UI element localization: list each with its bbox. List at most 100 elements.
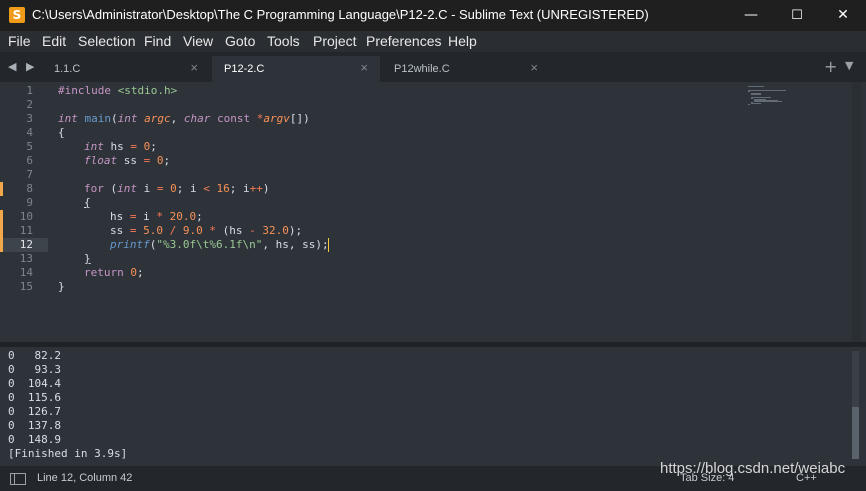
line-number: 10 <box>19 210 33 223</box>
tab-1-1-c[interactable]: 1.1.C × <box>42 56 210 82</box>
token: ; <box>196 210 203 223</box>
code-line-10: hs = i * 20.0; <box>110 210 203 224</box>
token: <stdio.h> <box>117 84 178 97</box>
token: int <box>117 112 138 125</box>
tab-nav-arrows-icon[interactable]: ◀ ▶ <box>8 60 37 73</box>
tab-label: 1.1.C <box>54 63 81 75</box>
tab-label: P12while.C <box>394 63 450 75</box>
token: 0 <box>170 182 177 195</box>
line-number: 13 <box>19 252 33 265</box>
output-line: 0 104.4 <box>8 377 61 390</box>
code-editor[interactable]: 1 2 3 4 5 6 7 8 9 10 11 12 13 14 15 #inc… <box>0 82 866 342</box>
token: hs <box>110 210 130 223</box>
menu-project[interactable]: Project <box>313 33 357 49</box>
tab-label: P12-2.C <box>224 63 265 75</box>
build-output-panel[interactable]: 0 82.2 0 93.3 0 104.4 0 115.6 0 126.7 0 … <box>0 347 866 462</box>
code-line-14: return 0; <box>84 266 144 280</box>
menu-goto[interactable]: Goto <box>225 33 255 49</box>
token: i <box>137 182 157 195</box>
line-number: 14 <box>19 266 33 279</box>
tab-close-icon[interactable]: × <box>360 60 368 75</box>
line-number-current: 12 <box>19 238 33 251</box>
token: int <box>84 140 104 153</box>
tab-p12while-c[interactable]: P12while.C × <box>382 56 550 82</box>
token: * <box>156 210 163 223</box>
line-number: 1 <box>26 84 33 97</box>
output-line: 0 126.7 <box>8 405 61 418</box>
line-number: 3 <box>26 112 33 125</box>
menu-find[interactable]: Find <box>144 33 171 49</box>
token: < <box>203 182 210 195</box>
menu-preferences[interactable]: Preferences <box>366 33 441 49</box>
menu-view[interactable]: View <box>183 33 213 49</box>
token: = <box>156 182 164 195</box>
sublime-logo-icon: S <box>9 7 25 23</box>
title-bar[interactable]: S C:\Users\Administrator\Desktop\The C P… <box>0 0 866 31</box>
token: , <box>170 112 184 125</box>
output-line: 0 148.9 <box>8 433 61 446</box>
menu-help[interactable]: Help <box>448 33 477 49</box>
token: return <box>84 266 124 279</box>
tab-close-icon[interactable]: × <box>530 60 538 75</box>
output-line: 0 137.8 <box>8 419 61 432</box>
token: ; i <box>176 182 204 195</box>
code-line-6: float ss = 0; <box>84 154 170 168</box>
token: argc <box>144 112 171 125</box>
menu-tools[interactable]: Tools <box>267 33 300 49</box>
watermark: https://blog.csdn.net/weiabc <box>660 460 846 477</box>
tab-p12-2-c[interactable]: P12-2.C × <box>212 56 380 82</box>
token: (hs <box>216 224 250 237</box>
code-line-5: int hs = 0; <box>84 140 157 154</box>
menu-selection[interactable]: Selection <box>78 33 136 49</box>
maximize-button[interactable]: ☐ <box>774 0 820 31</box>
code-line-4: { <box>58 126 65 139</box>
code-line-1: #include <stdio.h> <box>58 84 177 98</box>
panel-toggle-icon[interactable] <box>10 473 26 485</box>
close-button[interactable]: ✕ <box>820 0 866 31</box>
token: for <box>84 182 104 195</box>
minimize-button[interactable]: — <box>728 0 774 31</box>
token: 9.0 <box>182 224 203 237</box>
editor-scrollbar[interactable] <box>852 82 861 342</box>
code-line-15: } <box>58 280 65 293</box>
token: main <box>84 112 112 125</box>
token: ; i <box>229 182 250 195</box>
token: #include <box>58 84 111 97</box>
line-number: 11 <box>19 224 33 237</box>
line-number: 9 <box>26 196 33 209</box>
minimap[interactable] <box>748 86 808 126</box>
menu-file[interactable]: File <box>8 33 31 49</box>
token: ss <box>117 154 144 167</box>
output-line: 0 82.2 <box>8 349 61 362</box>
output-scrollbar-thumb[interactable] <box>852 407 859 459</box>
code-line-13: } <box>84 252 91 265</box>
token: - <box>249 224 256 237</box>
cursor-position[interactable]: Line 12, Column 42 <box>37 472 132 484</box>
token: []) <box>289 112 310 125</box>
line-number: 5 <box>26 140 33 153</box>
token: ss <box>110 224 130 237</box>
token: ); <box>288 224 303 237</box>
line-number: 2 <box>26 98 33 111</box>
token: = <box>129 224 137 237</box>
token: 32.0 <box>262 224 289 237</box>
new-tab-plus-icon[interactable]: + <box>824 57 837 76</box>
token: ; <box>163 154 171 167</box>
token: hs <box>103 140 131 153</box>
code-line-12: printf("%3.0f\t%6.1f\n", hs, ss); <box>110 238 329 252</box>
output-line: 0 115.6 <box>8 391 61 404</box>
tab-close-icon[interactable]: × <box>190 60 198 75</box>
line-number: 15 <box>19 280 33 293</box>
token: ) <box>262 182 270 195</box>
token: 0 <box>130 266 137 279</box>
token: * <box>209 224 216 237</box>
token: 5.0 <box>143 224 163 237</box>
token: float <box>84 154 118 167</box>
token: ; <box>150 140 157 153</box>
token: 20.0 <box>169 210 197 223</box>
token: = <box>143 154 151 167</box>
tab-bar: ◀ ▶ 1.1.C × P12-2.C × P12while.C × + ▼ <box>0 52 866 82</box>
tab-dropdown-icon[interactable]: ▼ <box>845 59 853 72</box>
code-line-11: ss = 5.0 / 9.0 * (hs - 32.0); <box>110 224 302 238</box>
menu-edit[interactable]: Edit <box>42 33 66 49</box>
